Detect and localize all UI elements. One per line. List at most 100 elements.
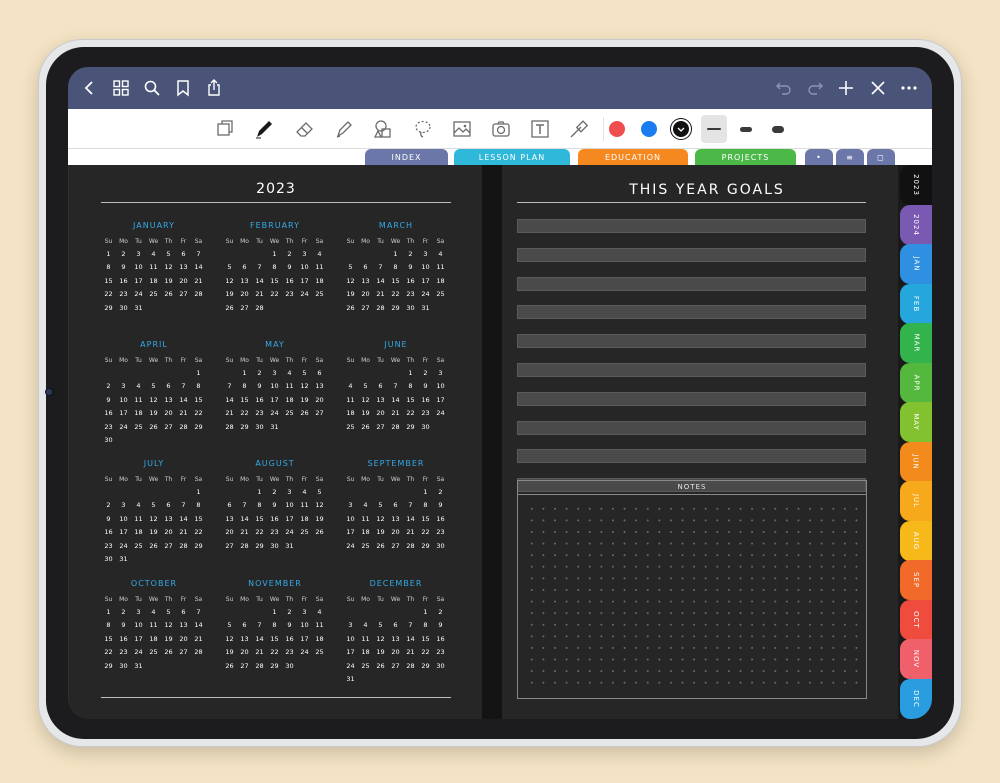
side-tab-dec[interactable]: DEC (900, 678, 932, 719)
back-chevron-icon[interactable] (79, 77, 101, 99)
day-cell[interactable]: 10 (343, 633, 358, 646)
day-cell[interactable]: 24 (297, 288, 312, 301)
day-cell[interactable]: 20 (388, 646, 403, 659)
day-cell[interactable]: 4 (343, 380, 358, 393)
day-cell[interactable]: 3 (131, 606, 146, 619)
day-cell[interactable]: 15 (101, 633, 116, 646)
day-cell[interactable]: 14 (176, 394, 191, 407)
day-cell[interactable]: 19 (297, 394, 312, 407)
day-cell[interactable]: 5 (343, 261, 358, 274)
day-cell[interactable]: 14 (373, 275, 388, 288)
goal-line[interactable] (517, 276, 866, 291)
day-cell[interactable]: 1 (101, 248, 116, 261)
day-cell[interactable]: 12 (312, 499, 327, 512)
day-cell[interactable]: 26 (146, 421, 161, 434)
month-december[interactable]: DECEMBER Su Mo Tu We Th Fr Sa 1 2 3 4 5 6 7 8 9 10 11 12 13 1… (343, 579, 449, 686)
day-cell[interactable]: 6 (388, 619, 403, 632)
side-tab-jan[interactable]: JAN (900, 244, 932, 284)
day-cell[interactable]: 16 (101, 407, 116, 420)
day-cell[interactable]: 1 (418, 486, 433, 499)
day-cell[interactable]: 18 (433, 275, 448, 288)
day-cell[interactable]: 1 (101, 606, 116, 619)
day-cell[interactable]: 13 (161, 513, 176, 526)
month-october[interactable]: OCTOBER Su Mo Tu We Th Fr Sa 1 2 3 4 5 6 7 8 9 10 11 12 13 14… (101, 579, 207, 673)
month-january[interactable]: JANUARY Su Mo Tu We Th Fr Sa 1 2 3 4 5 6 7 8 9 10 11 12 13 14… (101, 221, 207, 315)
day-cell[interactable]: 27 (161, 540, 176, 553)
day-cell[interactable]: 26 (343, 302, 358, 315)
day-cell[interactable]: 10 (343, 513, 358, 526)
day-cell[interactable]: 23 (403, 288, 418, 301)
day-cell[interactable]: 19 (146, 526, 161, 539)
day-cell[interactable]: 15 (267, 275, 282, 288)
page-view-icon[interactable] (212, 116, 238, 142)
day-cell[interactable]: 21 (191, 275, 206, 288)
month-name[interactable]: SEPTEMBER (343, 459, 449, 473)
day-cell[interactable]: 27 (237, 302, 252, 315)
day-cell[interactable]: 6 (312, 367, 327, 380)
side-tab-sep[interactable]: SEP (900, 560, 932, 600)
day-cell[interactable]: 28 (191, 646, 206, 659)
day-cell[interactable]: 1 (252, 486, 267, 499)
day-cell[interactable]: 6 (222, 499, 237, 512)
day-cell[interactable]: 24 (418, 288, 433, 301)
day-cell[interactable]: 21 (388, 407, 403, 420)
day-cell[interactable]: 28 (388, 421, 403, 434)
side-tab-may[interactable]: MAY (900, 402, 932, 442)
day-cell[interactable]: 12 (222, 633, 237, 646)
day-cell[interactable]: 19 (161, 633, 176, 646)
plus-icon[interactable] (835, 77, 857, 99)
day-cell[interactable]: 12 (146, 513, 161, 526)
day-cell[interactable]: 25 (343, 421, 358, 434)
day-cell[interactable]: 26 (373, 660, 388, 673)
side-tab-nov[interactable]: NOV (900, 639, 932, 679)
day-cell[interactable]: 20 (161, 526, 176, 539)
day-cell[interactable]: 8 (191, 499, 206, 512)
day-cell[interactable]: 9 (403, 261, 418, 274)
search-icon[interactable] (141, 77, 163, 99)
day-cell[interactable]: 9 (418, 380, 433, 393)
day-cell[interactable]: 27 (373, 421, 388, 434)
day-cell[interactable]: 9 (433, 499, 448, 512)
day-cell[interactable]: 10 (267, 380, 282, 393)
day-cell[interactable]: 8 (388, 261, 403, 274)
day-cell[interactable]: 15 (191, 394, 206, 407)
day-cell[interactable]: 8 (267, 619, 282, 632)
day-cell[interactable]: 8 (101, 619, 116, 632)
day-cell[interactable]: 17 (131, 633, 146, 646)
day-cell[interactable]: 16 (418, 394, 433, 407)
day-cell[interactable]: 25 (146, 288, 161, 301)
day-cell[interactable]: 3 (297, 248, 312, 261)
day-cell[interactable]: 2 (252, 367, 267, 380)
day-cell[interactable]: 5 (222, 619, 237, 632)
day-cell[interactable]: 17 (343, 646, 358, 659)
day-cell[interactable]: 29 (252, 540, 267, 553)
day-cell[interactable]: 2 (403, 248, 418, 261)
day-cell[interactable]: 20 (176, 633, 191, 646)
day-cell[interactable]: 15 (237, 394, 252, 407)
day-cell[interactable]: 7 (388, 380, 403, 393)
day-cell[interactable]: 11 (312, 261, 327, 274)
day-cell[interactable]: 28 (237, 540, 252, 553)
day-cell[interactable]: 21 (252, 288, 267, 301)
day-cell[interactable]: 13 (176, 261, 191, 274)
month-name[interactable]: DECEMBER (343, 579, 449, 593)
day-cell[interactable]: 15 (418, 513, 433, 526)
day-cell[interactable]: 24 (343, 660, 358, 673)
day-cell[interactable]: 4 (282, 367, 297, 380)
day-cell[interactable]: 16 (101, 526, 116, 539)
day-cell[interactable]: 11 (146, 619, 161, 632)
day-cell[interactable]: 22 (191, 526, 206, 539)
day-cell[interactable]: 23 (101, 540, 116, 553)
day-cell[interactable]: 29 (267, 660, 282, 673)
day-cell[interactable]: 9 (267, 499, 282, 512)
day-cell[interactable]: 2 (433, 486, 448, 499)
day-cell[interactable]: 7 (222, 380, 237, 393)
day-cell[interactable]: 20 (358, 288, 373, 301)
stroke-thick-button[interactable] (765, 115, 791, 143)
day-cell[interactable]: 16 (116, 633, 131, 646)
day-cell[interactable]: 14 (176, 513, 191, 526)
day-cell[interactable]: 25 (358, 660, 373, 673)
laser-pointer-icon[interactable] (566, 116, 592, 142)
day-cell[interactable]: 7 (252, 619, 267, 632)
day-cell[interactable]: 13 (373, 394, 388, 407)
